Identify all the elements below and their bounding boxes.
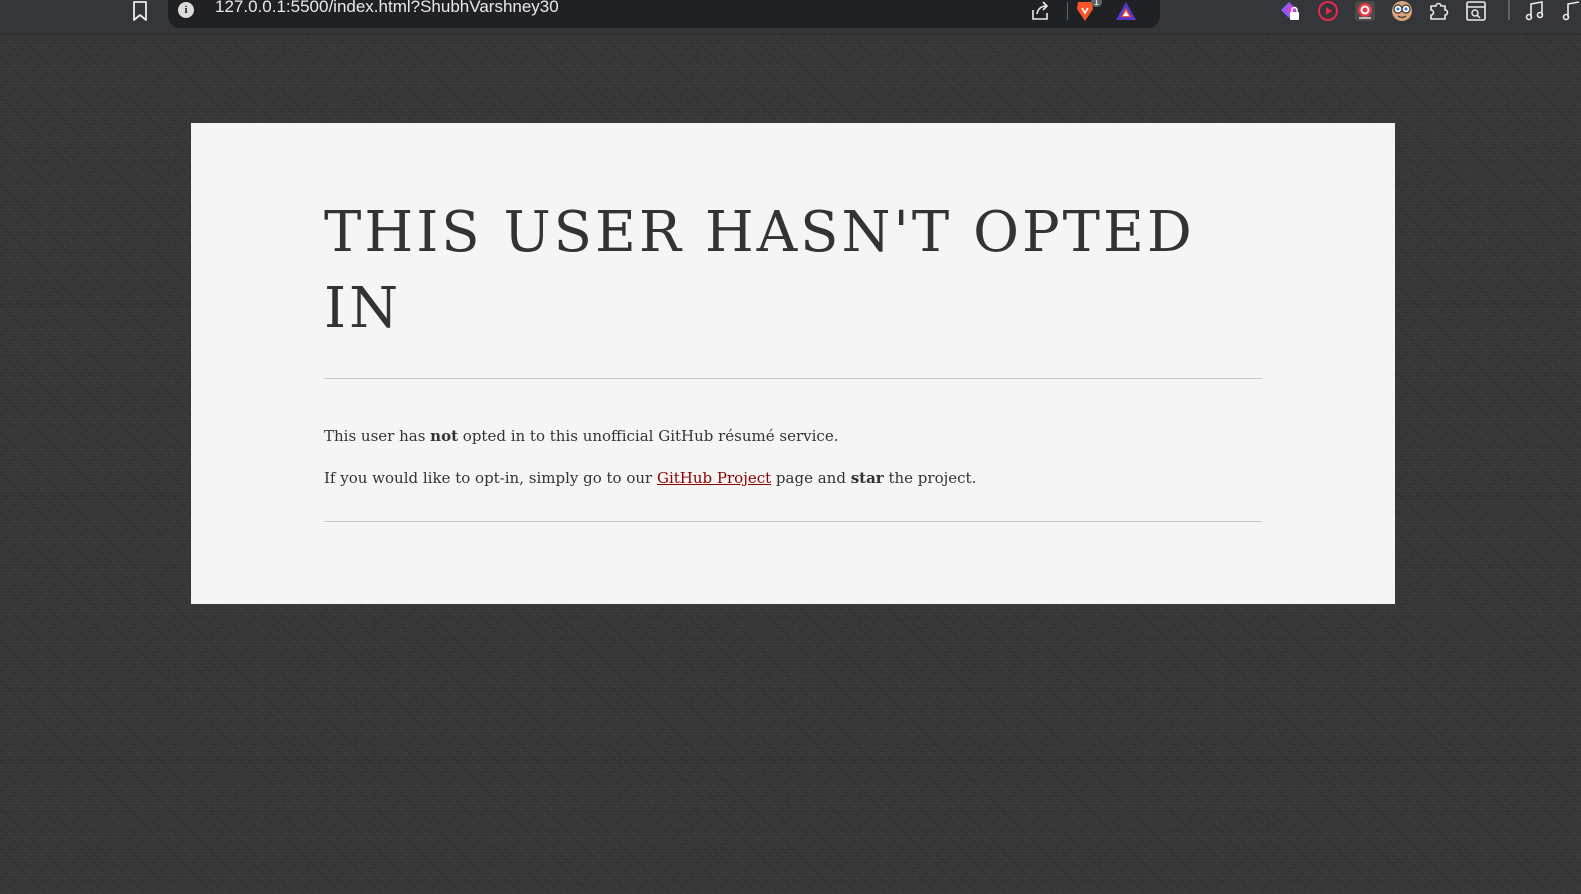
github-project-link[interactable]: GitHub Project [657,469,771,487]
brave-shields-icon[interactable]: 1 [1074,0,1102,22]
para1-bold: not [430,427,459,445]
brave-badge-count: 1 [1090,0,1102,7]
card-content: THIS USER HASN'T OPTED IN This user has … [324,195,1262,522]
para1-prefix: This user has [324,427,431,445]
extension-glasses-icon[interactable] [1391,0,1413,22]
para2-middle: page and [771,469,851,487]
para1-suffix: opted in to this unofficial GitHub résum… [458,427,839,445]
extension-target-icon[interactable] [1354,0,1376,22]
omnibox-divider [1067,2,1068,20]
opt-in-instructions: If you would like to opt-in, simply go t… [324,469,1262,487]
divider-top [324,378,1262,379]
puzzle-icon[interactable] [1428,0,1450,22]
bookmark-icon[interactable] [129,0,151,22]
address-bar[interactable]: i 127.0.0.1:5500/index.html?ShubhVarshne… [168,0,1160,28]
page-title: THIS USER HASN'T OPTED IN [324,200,1195,341]
address-bar-url[interactable]: 127.0.0.1:5500/index.html?ShubhVarshney3… [215,0,559,17]
para2-bold: star [850,469,884,487]
extension-play-icon[interactable] [1317,0,1339,22]
opt-in-card: THIS USER HASN'T OPTED IN This user has … [191,123,1395,604]
para2-prefix: If you would like to opt-in, simply go t… [324,469,657,487]
music-icon[interactable] [1524,0,1546,22]
share-icon[interactable] [1029,0,1051,22]
extension-lock-icon[interactable] [1279,0,1301,22]
extensions-divider [1508,0,1510,20]
browser-toolbar: i 127.0.0.1:5500/index.html?ShubhVarshne… [0,0,1581,35]
para2-suffix: the project. [883,469,977,487]
sidebar-search-icon[interactable] [1465,0,1487,22]
info-icon[interactable]: i [178,2,194,18]
opt-in-status-text: This user has not opted in to this unoff… [324,427,1262,445]
divider-bottom [324,521,1262,522]
media-control-icon[interactable] [1561,0,1581,22]
brave-rewards-icon[interactable] [1115,0,1137,22]
